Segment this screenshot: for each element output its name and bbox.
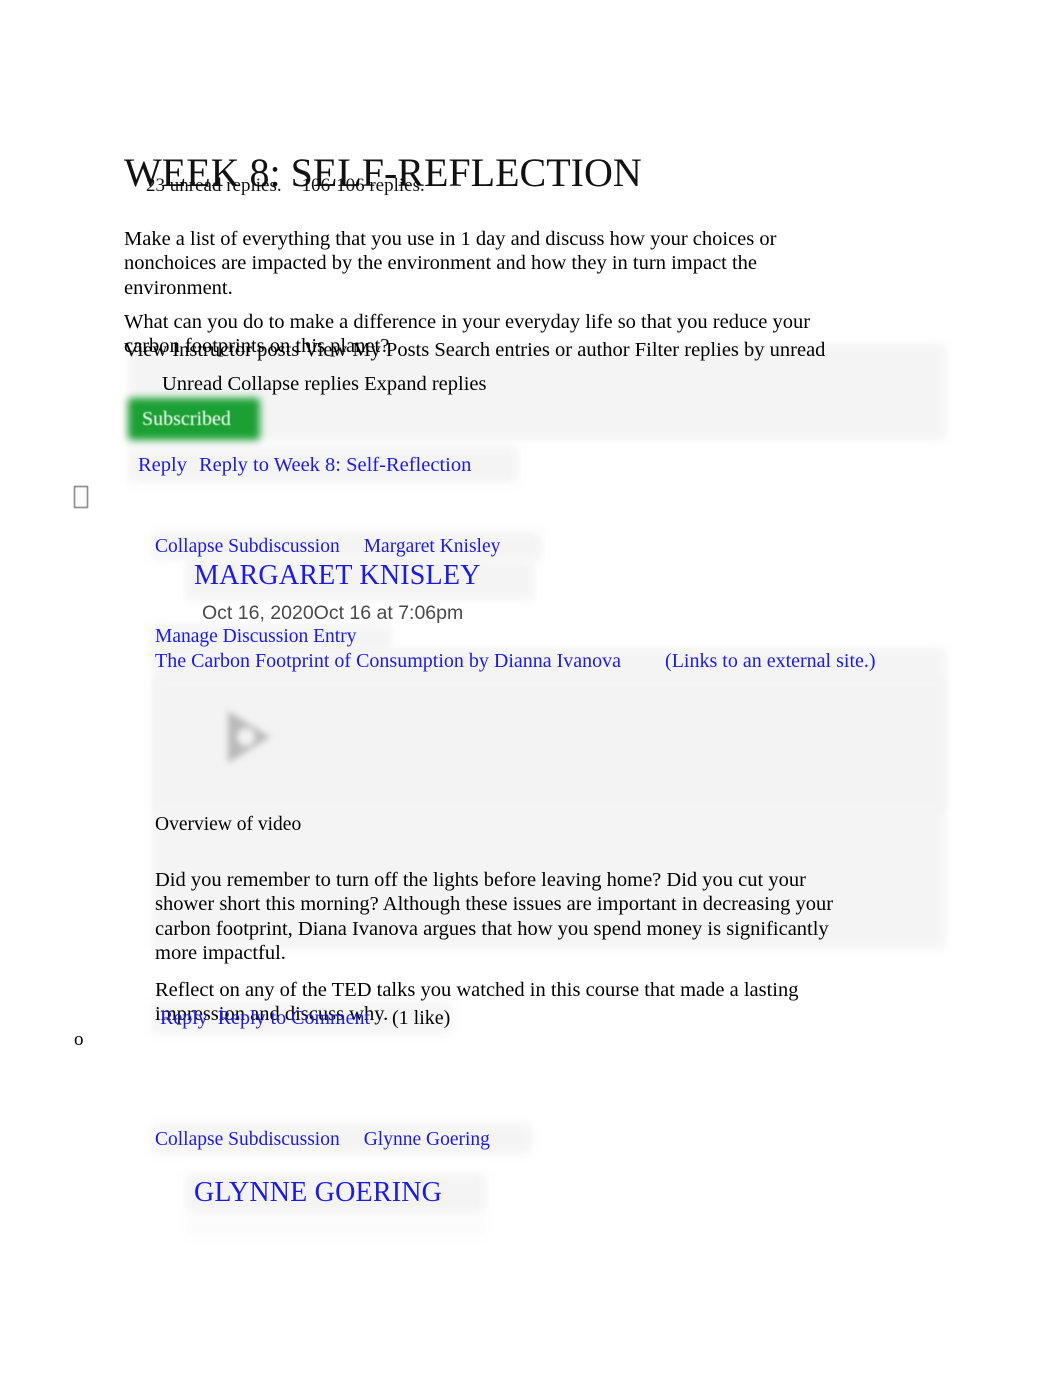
subscribed-button-label: Subscribed bbox=[142, 408, 231, 430]
entry-date-margaret: Oct 16, 2020Oct 16 at 7:06pm bbox=[202, 602, 464, 624]
collapse-subdiscussion-link[interactable]: Collapse Subdiscussion bbox=[155, 536, 340, 557]
reply-link[interactable]: Reply bbox=[138, 454, 187, 476]
video-overview-heading: Overview of video bbox=[155, 814, 302, 835]
unread-replies-count: 23 unread replies. bbox=[146, 175, 282, 196]
replies-count-label: 106 replies. bbox=[336, 175, 425, 196]
play-icon[interactable] bbox=[222, 708, 274, 766]
like-count: (1 like) bbox=[392, 1007, 451, 1029]
reply-to-comment-link[interactable]: Reply to Comment bbox=[218, 1007, 370, 1029]
external-site-note: (Links to an external site.) bbox=[665, 650, 876, 672]
top-reply-row[interactable]: Reply Reply to Week 8: Self-Reflection bbox=[138, 452, 471, 478]
author-display-margaret[interactable]: MARGARET KNISLEY bbox=[194, 558, 481, 594]
replies-count-number: 106 bbox=[301, 175, 331, 196]
author-display-glynne[interactable]: GLYNNE GOERING bbox=[194, 1175, 442, 1211]
collapse-subdiscussion-link-2[interactable]: Collapse Subdiscussion bbox=[155, 1129, 340, 1150]
background-panel bbox=[186, 1222, 486, 1236]
manage-discussion-entry-label: Manage Discussion Entry bbox=[155, 626, 357, 647]
reply-link-comment[interactable]: Reply bbox=[160, 1007, 208, 1029]
author-link-margaret[interactable]: Margaret Knisley bbox=[364, 536, 501, 557]
entry-header-margaret[interactable]: Collapse Subdiscussion Margaret Knisley bbox=[155, 534, 500, 560]
reply-counts: 23 unread replies. 106 106 replies. bbox=[146, 173, 425, 199]
entry-header-glynne[interactable]: Collapse Subdiscussion Glynne Goering bbox=[155, 1127, 490, 1153]
video-description: Did you remember to turn off the lights … bbox=[155, 868, 834, 965]
discussion-toolbar-line-1[interactable]: View Instructor posts View My Posts Sear… bbox=[124, 338, 825, 363]
resource-link[interactable]: The Carbon Footprint of Consumption by D… bbox=[155, 650, 621, 672]
discussion-toolbar-line-2[interactable]: Unread Collapse replies Expand replies bbox=[162, 372, 486, 397]
manage-discussion-entry-link[interactable]: Manage Discussion Entry bbox=[155, 624, 356, 650]
missing-glyph-icon bbox=[74, 486, 88, 508]
list-bullet: o bbox=[74, 1029, 84, 1050]
subscribed-button[interactable]: Subscribed bbox=[128, 398, 260, 440]
prompt-paragraph-1: Make a list of everything that you use i… bbox=[124, 227, 777, 299]
author-link-glynne[interactable]: Glynne Goering bbox=[364, 1129, 490, 1150]
resource-link-row[interactable]: The Carbon Footprint of Consumption by D… bbox=[155, 648, 945, 674]
comment-reply-row[interactable]: Reply Reply to Comment (1 like) bbox=[160, 1005, 450, 1031]
reply-to-discussion-link[interactable]: Reply to Week 8: Self-Reflection bbox=[199, 454, 471, 476]
